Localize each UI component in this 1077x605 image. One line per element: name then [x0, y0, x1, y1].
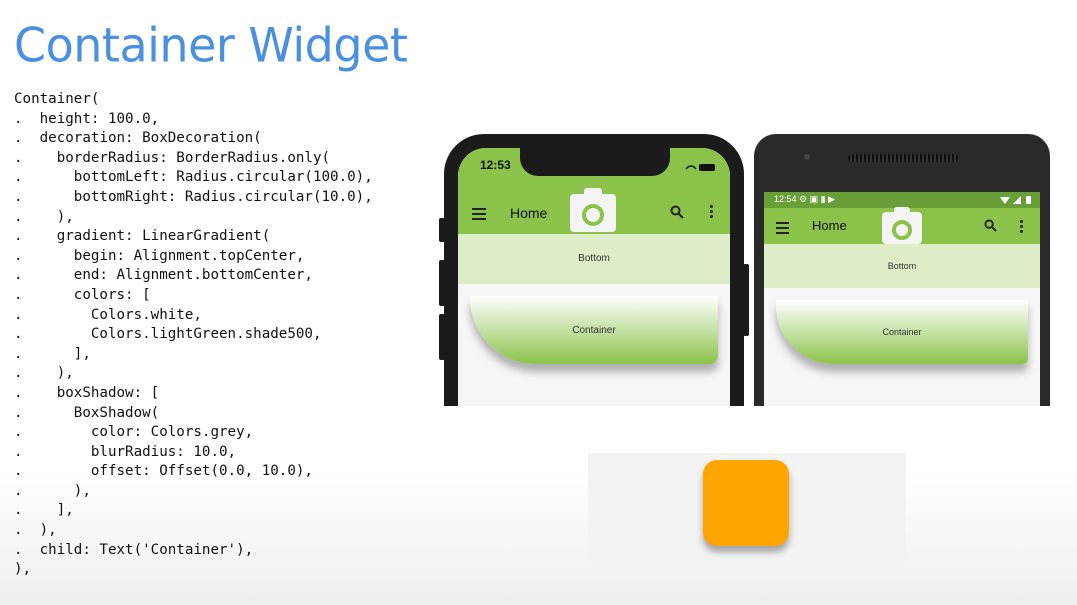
camera-icon: [570, 188, 616, 232]
slide-title: Container Widget: [14, 17, 408, 73]
status-icons: [685, 164, 715, 171]
code-line: . gradient: LinearGradient(: [14, 228, 271, 245]
code-line: . blurRadius: 10.0,: [14, 443, 237, 460]
code-line: . color: Colors.grey,: [14, 424, 254, 441]
code-line: . boxShadow: [: [14, 384, 160, 401]
app-bar-bottom: Bottom: [458, 234, 730, 284]
more-vert-icon[interactable]: [710, 205, 713, 220]
code-line: ),: [14, 561, 32, 578]
code-line: . begin: Alignment.topCenter,: [14, 247, 305, 264]
volume-up-button: [439, 260, 445, 306]
search-icon[interactable]: [670, 205, 684, 219]
app-bar-title: Home: [510, 205, 548, 221]
status-bar: 12:54 ⚙ ▣ ▮ ▶: [764, 192, 1040, 208]
code-line: . ],: [14, 345, 91, 362]
gradient-container: Container: [470, 296, 718, 364]
front-camera: [804, 154, 810, 160]
code-line: . height: 100.0,: [14, 110, 160, 127]
camera-icon: [882, 207, 922, 244]
code-block: Container( . height: 100.0, . decoration: …: [14, 90, 373, 580]
power-button: [743, 264, 749, 336]
app-bar-title: Home: [812, 218, 847, 233]
code-line: . bottomLeft: Radius.circular(100.0),: [14, 169, 373, 186]
volume-down-button: [439, 314, 445, 360]
code-line: . Colors.white,: [14, 306, 202, 323]
notch: [520, 148, 670, 176]
code-line: Container(: [14, 91, 100, 107]
code-line: . BoxShadow(: [14, 404, 160, 421]
gradient-container: Container: [776, 300, 1028, 364]
code-line: . child: Text('Container'),: [14, 541, 254, 558]
search-icon[interactable]: [984, 219, 997, 232]
code-line: . borderRadius: BorderRadius.only(: [14, 149, 331, 166]
code-line: . colors: [: [14, 286, 151, 303]
orange-rounded-square: [703, 460, 789, 546]
code-line: . ),: [14, 365, 74, 382]
iphone-screen: 12:53 Home Bottom Container: [458, 148, 730, 406]
app-bar-bottom: Bottom: [764, 244, 1040, 288]
code-line: . decoration: BoxDecoration(: [14, 130, 262, 147]
android-screen: 12:54 ⚙ ▣ ▮ ▶ Home Bottom Container: [764, 192, 1040, 406]
code-line: . ),: [14, 208, 74, 225]
status-time: 12:53: [480, 158, 511, 172]
menu-icon[interactable]: [472, 208, 486, 223]
code-line: . bottomRight: Radius.circular(10.0),: [14, 188, 373, 205]
more-vert-icon[interactable]: [1020, 220, 1023, 235]
speaker-grille: [848, 154, 958, 162]
box-shadow-sample: [588, 453, 906, 566]
menu-icon[interactable]: [776, 222, 789, 237]
code-line: . Colors.lightGreen.shade500,: [14, 326, 322, 343]
device-screenshots: 12:53 Home Bottom Container 12:54 ⚙ ▣ ▮ …: [434, 128, 1054, 406]
code-line: . ],: [14, 502, 74, 519]
code-line: . offset: Offset(0.0, 10.0),: [14, 463, 313, 480]
code-line: . ),: [14, 522, 57, 539]
iphone-mockup: 12:53 Home Bottom Container: [439, 134, 749, 406]
mute-switch: [439, 218, 445, 242]
code-line: . end: Alignment.bottomCenter,: [14, 267, 313, 284]
code-line: . ),: [14, 482, 91, 499]
status-icons: [1000, 196, 1031, 204]
android-mockup: 12:54 ⚙ ▣ ▮ ▶ Home Bottom Container: [754, 134, 1050, 406]
status-left: 12:54 ⚙ ▣ ▮ ▶: [774, 194, 835, 204]
